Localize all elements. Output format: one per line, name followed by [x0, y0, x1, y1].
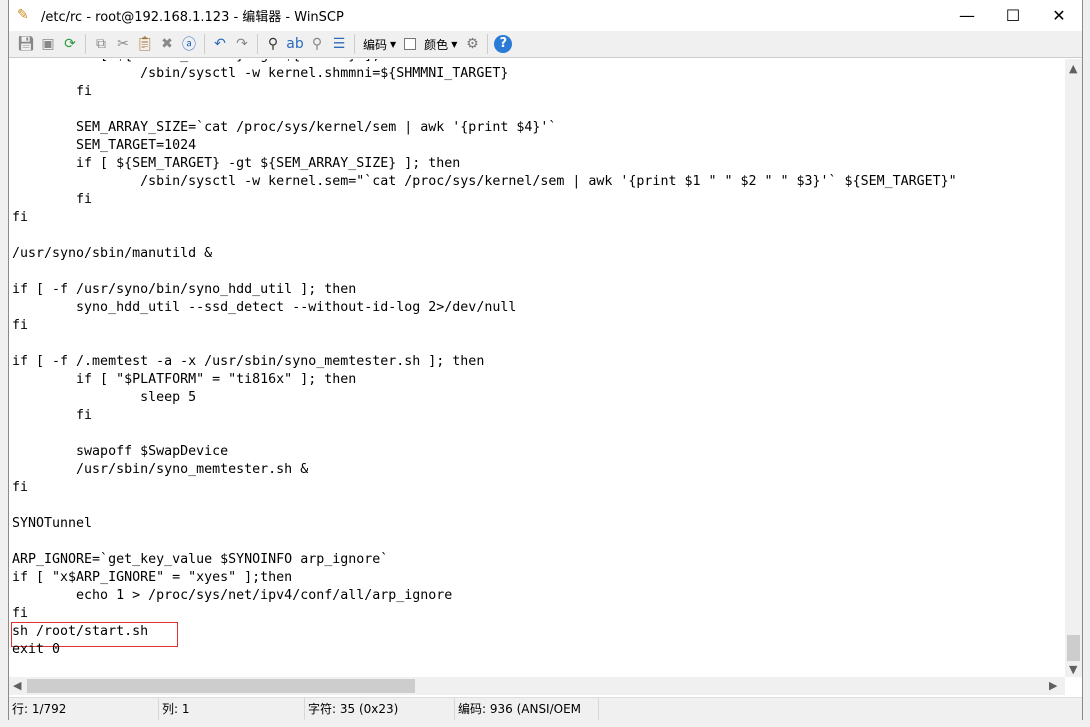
- code-line: fi: [12, 408, 93, 423]
- status-column: 列: 1: [159, 698, 305, 720]
- code-line: if [ -f /usr/syno/bin/syno_hdd_util ]; t…: [12, 282, 357, 297]
- paste-icon[interactable]: 📋︎: [134, 33, 156, 55]
- code-line: syno_hdd_util --ssd_detect --without-id-…: [12, 300, 517, 315]
- find-next-icon[interactable]: ⚲: [306, 33, 328, 55]
- code-line: fi: [12, 606, 29, 621]
- status-encoding: 编码: 936 (ANSI/OEM: [455, 698, 599, 720]
- code-line: fi: [12, 480, 29, 495]
- code-line: swapoff $SwapDevice: [12, 444, 229, 459]
- code-line: fi: [12, 84, 93, 99]
- status-line: 行: 1/792: [9, 698, 159, 720]
- code-line: /sbin/sysctl -w kernel.sem="`cat /proc/s…: [12, 174, 957, 189]
- status-empty: [599, 698, 1082, 720]
- save-icon[interactable]: 💾︎: [15, 33, 37, 55]
- goto-line-icon[interactable]: ☰: [328, 33, 350, 55]
- maximize-button[interactable]: ☐: [990, 0, 1036, 31]
- copy-icon[interactable]: ⧉: [90, 33, 112, 55]
- code-line: fi: [12, 192, 93, 207]
- code-line: if [ -f /.memtest -a -x /usr/sbin/syno_m…: [12, 354, 485, 369]
- gear-icon[interactable]: ⚙: [461, 33, 483, 55]
- editor-app-icon: ✎: [17, 6, 29, 23]
- help-icon[interactable]: ?: [492, 33, 514, 55]
- status-bar: 行: 1/792 列: 1 字符: 35 (0x23) 编码: 936 (ANS…: [9, 697, 1082, 720]
- close-button[interactable]: ✕: [1036, 0, 1082, 31]
- color-checkbox[interactable]: [404, 38, 417, 50]
- code-line: SEM_ARRAY_SIZE=`cat /proc/sys/kernel/sem…: [12, 120, 557, 135]
- code-line: fi: [12, 318, 29, 333]
- select-all-icon[interactable]: ⓐ: [178, 33, 200, 55]
- title-bar: ✎ /etc/rc - root@192.168.1.123 - 编辑器 - W…: [9, 0, 1082, 31]
- separator: [487, 34, 489, 54]
- code-line: /usr/sbin/syno_memtester.sh &: [12, 462, 309, 477]
- scroll-up-icon[interactable]: ▲: [1069, 62, 1077, 75]
- chevron-down-icon: ▼: [451, 39, 458, 49]
- cut-icon[interactable]: ✂: [112, 33, 134, 55]
- code-line: /sbin/sysctl -w kernel.shmmni=${SHMMNI_T…: [12, 66, 509, 81]
- code-line: /usr/syno/sbin/manutild &: [12, 246, 213, 261]
- code-line: sleep 5: [12, 390, 197, 405]
- status-char: 字符: 35 (0x23): [305, 698, 455, 720]
- encoding-dropdown[interactable]: 编码 ▼: [363, 36, 396, 53]
- code-line: SYNOTunnel: [12, 516, 93, 531]
- code-line: fi: [12, 210, 29, 225]
- replace-icon[interactable]: ab: [284, 33, 306, 55]
- minimize-button[interactable]: —: [944, 0, 990, 31]
- code-line: exit 0: [12, 642, 61, 657]
- color-label: 颜色: [424, 37, 449, 52]
- horizontal-scrollbar[interactable]: ◀ ▶: [9, 677, 1065, 695]
- separator: [204, 34, 205, 54]
- separator: [354, 34, 355, 54]
- color-dropdown[interactable]: 颜色 ▼: [424, 36, 457, 53]
- reload-icon[interactable]: ⟳: [59, 33, 81, 55]
- chevron-down-icon: ▼: [390, 39, 397, 49]
- toolbar: 💾︎ ▣ ⟳ ⧉ ✂ 📋︎ ✖ ⓐ ↶ ↷ ⚲ ab ⚲ ☰ 编码 ▼ 颜色 ▼ ⚙…: [9, 31, 1082, 58]
- text-editor[interactable]: if [ ${SHMMNI_TARGET} -gt ${SHMMNI} ]; t…: [9, 59, 1065, 677]
- code-line: sh /root/start.sh: [12, 624, 149, 639]
- redo-icon[interactable]: ↷: [231, 33, 253, 55]
- vertical-scroll-thumb[interactable]: [1067, 635, 1080, 661]
- window-title: /etc/rc - root@192.168.1.123 - 编辑器 - Win…: [41, 10, 344, 25]
- code-line: if [ "x$ARP_IGNORE" = "xyes" ];then: [12, 570, 293, 585]
- code-line: ARP_IGNORE=`get_key_value $SYNOINFO arp_…: [12, 552, 389, 567]
- code-line: if [ ${SEM_TARGET} -gt ${SEM_ARRAY_SIZE}…: [12, 156, 461, 171]
- separator: [257, 34, 258, 54]
- scroll-right-icon[interactable]: ▶: [1049, 679, 1057, 692]
- code-line: SEM_TARGET=1024: [12, 138, 197, 153]
- separator: [85, 34, 86, 54]
- encoding-label: 编码: [363, 37, 388, 52]
- code-line: if [ "$PLATFORM" = "ti816x" ]; then: [12, 372, 357, 387]
- scroll-left-icon[interactable]: ◀: [13, 679, 21, 692]
- delete-icon[interactable]: ✖: [156, 33, 178, 55]
- find-icon[interactable]: ⚲: [262, 33, 284, 55]
- code-line: echo 1 > /proc/sys/net/ipv4/conf/all/arp…: [12, 588, 453, 603]
- vertical-scrollbar[interactable]: ▲ ▼: [1065, 59, 1082, 677]
- horizontal-scroll-thumb[interactable]: [27, 679, 415, 693]
- undo-icon[interactable]: ↶: [209, 33, 231, 55]
- scroll-down-icon[interactable]: ▼: [1069, 663, 1077, 676]
- editor-window: ✎ /etc/rc - root@192.168.1.123 - 编辑器 - W…: [8, 0, 1083, 720]
- save-all-icon[interactable]: ▣: [37, 33, 59, 55]
